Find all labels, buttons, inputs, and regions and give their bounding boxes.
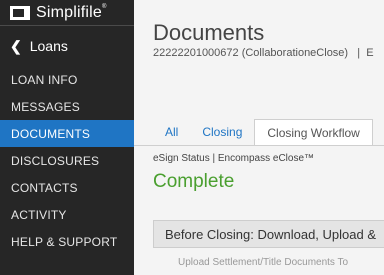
sidebar: Simplifile® ❮ Loans LOAN INFO MESSAGES D… <box>0 0 134 275</box>
esign-status-label: eSign Status | Encompass eClose™ <box>153 153 315 164</box>
page-title: Documents <box>153 20 265 45</box>
sidebar-item-help-support[interactable]: HELP & SUPPORT <box>0 228 134 255</box>
section-subtitle: Upload Settlement/Title Documents To <box>178 257 349 268</box>
tab-closing-workflow[interactable]: Closing Workflow <box>254 119 373 145</box>
tab-all[interactable]: All <box>153 119 190 145</box>
sidebar-item-documents[interactable]: DOCUMENTS <box>0 120 134 147</box>
section-title: Before Closing: Download, Upload & <box>165 227 377 242</box>
brand-logo[interactable]: Simplifile® <box>0 0 134 26</box>
tab-divider <box>134 145 384 146</box>
esign-status-value: Complete <box>153 171 235 192</box>
sidebar-item-disclosures[interactable]: DISCLOSURES <box>0 147 134 174</box>
back-label: Loans <box>29 38 68 54</box>
brand-registered-mark: ® <box>102 3 107 10</box>
brand-name: Simplifile <box>36 3 103 21</box>
tab-e[interactable]: E <box>373 119 384 145</box>
sidebar-item-contacts[interactable]: CONTACTS <box>0 174 134 201</box>
sidebar-item-loan-info[interactable]: LOAN INFO <box>0 66 134 93</box>
loan-id: 22222201000672 (CollaborationeClose) | E <box>153 47 374 59</box>
sidebar-item-messages[interactable]: MESSAGES <box>0 93 134 120</box>
simplifile-logo-icon <box>10 5 30 20</box>
back-to-loans-link[interactable]: ❮ Loans <box>0 26 134 66</box>
document-tabs: All Closing Closing Workflow E <box>153 119 384 145</box>
sidebar-item-activity[interactable]: ACTIVITY <box>0 201 134 228</box>
chevron-left-icon: ❮ <box>10 37 22 54</box>
section-header[interactable]: Before Closing: Download, Upload & <box>153 220 384 248</box>
main-content: Documents 22222201000672 (Collaboratione… <box>134 0 384 275</box>
tab-closing[interactable]: Closing <box>190 119 254 145</box>
